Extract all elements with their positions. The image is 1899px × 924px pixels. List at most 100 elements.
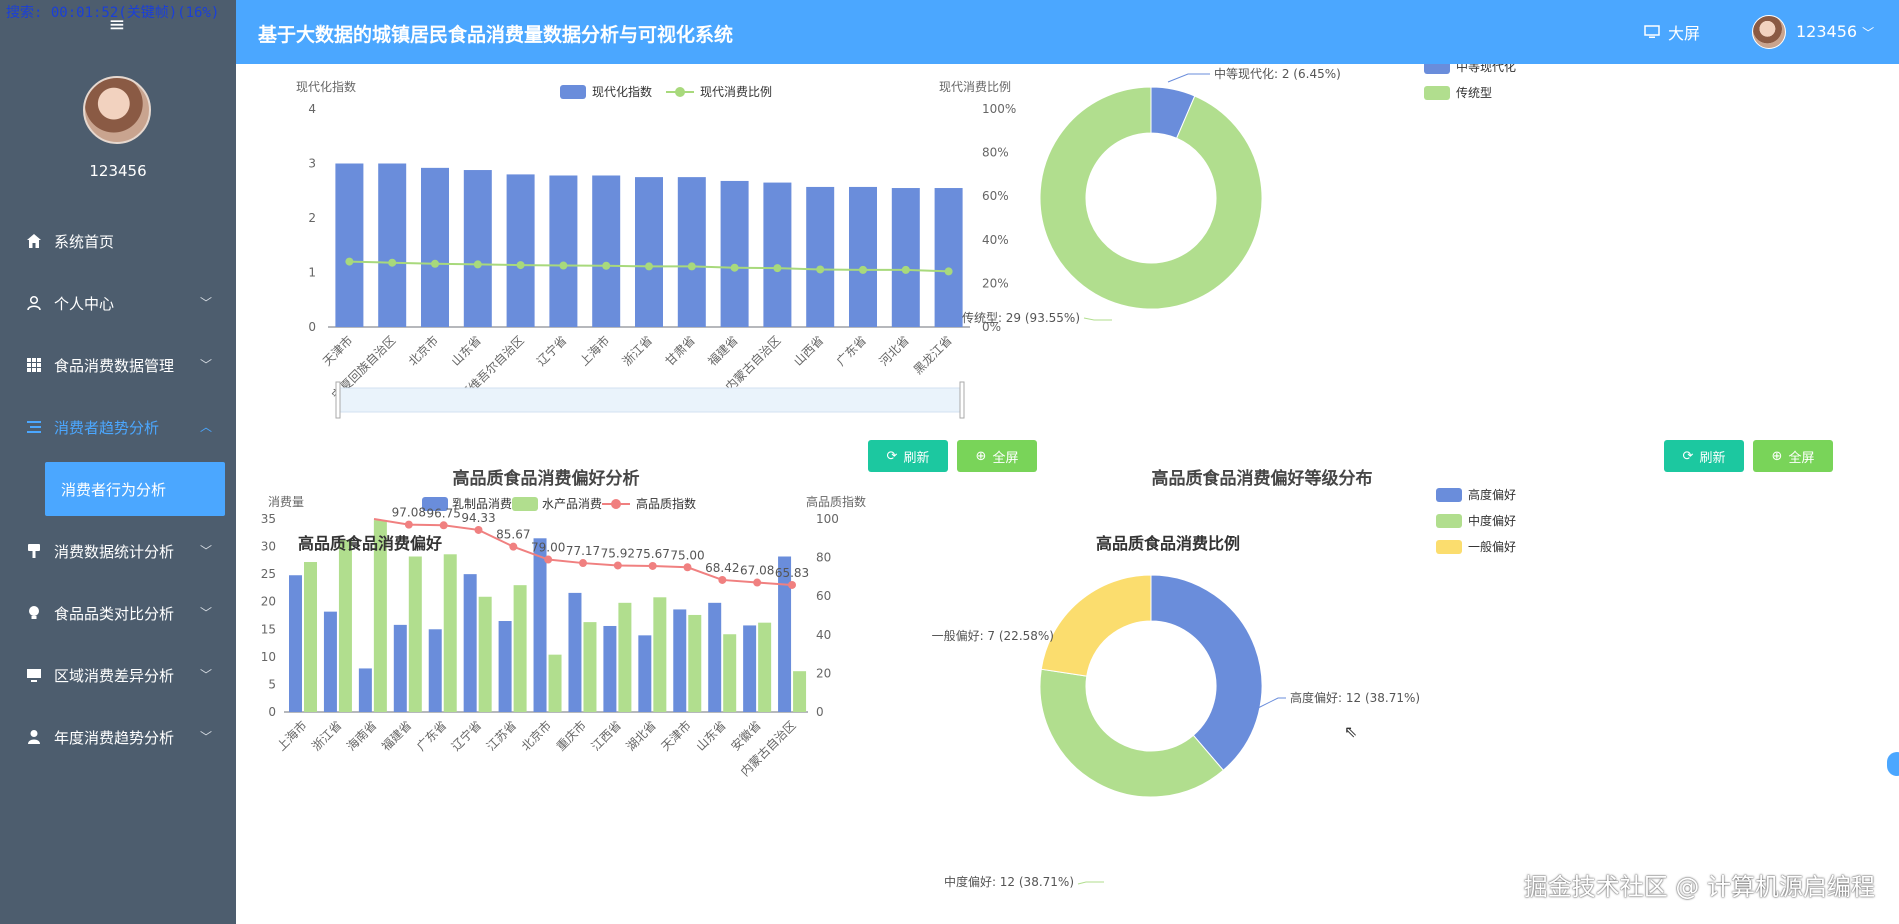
sidebar-item-annual-trend[interactable]: 年度消费趋势分析 ﹀ — [0, 706, 236, 768]
y-tick-label: 100% — [982, 102, 1016, 116]
sidebar-item-label: 消费数据统计分析 — [54, 542, 175, 561]
x-tick-label: 江苏省 — [484, 718, 519, 753]
pie-slice — [1040, 574, 1152, 677]
slice-label: 一般偏好: 7 (22.58%) — [932, 628, 1054, 643]
bar — [338, 539, 352, 712]
x-tick-label: 重庆市 — [553, 718, 589, 754]
legend-label: 传统型 — [1456, 85, 1492, 100]
fullscreen-button[interactable]: ⊕ 全屏 — [957, 440, 1037, 472]
sidebar-username: 123456 — [89, 162, 147, 180]
x-tick-label: 广东省 — [414, 718, 449, 753]
bar — [549, 175, 578, 327]
chevron-down-icon: ﹀ — [199, 730, 212, 744]
bar — [358, 668, 372, 712]
sidebar-item-stat-analysis[interactable]: 消费数据统计分析 ﹀ — [0, 520, 236, 582]
x-tick-label: 山东省 — [693, 718, 728, 753]
line-point — [473, 260, 482, 269]
line-point — [901, 265, 910, 274]
line-point — [544, 555, 553, 564]
slice-label: 高度偏好: 12 (38.71%) — [1290, 690, 1420, 705]
list-icon — [24, 417, 44, 437]
chevron-down-icon: ﹀ — [199, 606, 212, 620]
data-label: 75.67 — [635, 547, 669, 561]
bar — [463, 170, 492, 327]
legend-label: 中度偏好 — [1468, 513, 1516, 528]
header-avatar[interactable] — [1752, 15, 1786, 49]
refresh-button[interactable]: ⟳ 刷新 — [868, 440, 948, 472]
line-point — [474, 525, 483, 534]
y-tick-label: 1 — [308, 266, 316, 280]
y-tick-label: 0 — [268, 705, 276, 719]
x-tick-label: 甘肃省 — [663, 333, 698, 368]
label-line — [1167, 73, 1210, 83]
legend-swatch — [1436, 514, 1462, 528]
sidebar-item-home[interactable]: 系统首页 — [0, 210, 236, 272]
user-icon — [24, 293, 44, 313]
avatar — [83, 76, 151, 144]
y-tick-label: 20% — [982, 276, 1009, 290]
refresh-button[interactable]: ⟳ 刷新 — [1664, 440, 1744, 472]
datazoom-handle — [335, 381, 341, 419]
sidebar-item-consumer-trend[interactable]: 消费者趋势分析 ︿ — [0, 396, 236, 458]
floating-action-button[interactable] — [1887, 752, 1899, 776]
bar — [548, 654, 562, 712]
y-tick-label: 3 — [308, 157, 316, 171]
x-tick-label: 天津市 — [658, 718, 694, 754]
x-tick-label: 海南省 — [343, 718, 379, 754]
sidebar-item-personal[interactable]: 个人中心 ﹀ — [0, 272, 236, 334]
y-tick-label: 20 — [816, 666, 831, 680]
bar — [763, 182, 792, 327]
bar — [498, 621, 512, 712]
y-tick-label: 20 — [261, 595, 276, 609]
x-tick-label: 上海市 — [576, 333, 612, 369]
bar — [408, 556, 422, 712]
y-tick-label: 4 — [308, 102, 316, 116]
x-tick-label: 山东省 — [449, 333, 484, 368]
legend-swatch — [1436, 540, 1462, 554]
bar — [428, 629, 442, 712]
fullscreen-button[interactable]: ⊕ 全屏 — [1753, 440, 1833, 472]
legend-label: 高品质指数 — [636, 496, 696, 511]
legend-label: 一般偏好 — [1468, 539, 1516, 554]
sidebar-item-region-diff[interactable]: 区域消费差异分析 ﹀ — [0, 644, 236, 706]
chart-modernization-index: 现代化指数 现代消费比例现代化指数 现代消费比例012340%20%40%60%80… — [296, 79, 1016, 419]
data-label: 85.67 — [496, 528, 530, 542]
monitor-icon — [24, 665, 44, 685]
y-tick-label: 60% — [982, 189, 1009, 203]
legend-swatch — [675, 87, 685, 97]
y-tick-label: 0 — [308, 320, 316, 334]
legend-swatch — [512, 497, 538, 511]
refresh-icon: ⟳ — [886, 448, 898, 464]
bar — [421, 167, 449, 327]
sidebar-item-label: 区域消费差异分析 — [54, 666, 175, 685]
header-user-menu[interactable]: 123456 ﹀ — [1796, 22, 1874, 41]
chevron-down-icon: ﹀ — [199, 358, 212, 372]
bar — [806, 186, 835, 327]
bar — [758, 622, 772, 712]
x-tick-label: 湖北省 — [623, 718, 659, 754]
sidebar-subitem-consumer-behavior[interactable]: 消费者行为分析 — [45, 462, 225, 516]
chevron-down-icon: ﹀ — [199, 544, 212, 558]
home-icon — [24, 231, 44, 251]
bar — [723, 634, 737, 712]
sidebar-item-category-compare[interactable]: 食品品类对比分析 ﹀ — [0, 582, 236, 644]
y-axis-name-right: 现代消费比例 — [939, 80, 1011, 94]
monitor-icon — [1644, 25, 1660, 38]
line-point — [730, 263, 739, 272]
bar — [618, 602, 632, 712]
line-point — [788, 580, 796, 589]
y-tick-label: 30 — [261, 540, 276, 554]
y-tick-label: 0 — [816, 705, 824, 719]
x-tick-label: 黑龙江省 — [911, 333, 955, 377]
big-screen-button[interactable]: 大屏 — [1644, 20, 1700, 44]
system-title: 基于大数据的城镇居民食品消费量数据分析与可视化系统 — [258, 24, 734, 46]
legend-swatch — [560, 85, 586, 99]
submenu: 消费者行为分析 — [0, 458, 236, 520]
line-point — [579, 559, 587, 568]
label-line — [1077, 881, 1104, 885]
y-tick-label: 5 — [268, 677, 276, 691]
line-point — [944, 267, 953, 276]
bar — [673, 609, 687, 712]
x-tick-label: 福建省 — [705, 333, 741, 369]
sidebar-item-food-data[interactable]: 食品消费数据管理 ﹀ — [0, 334, 236, 396]
